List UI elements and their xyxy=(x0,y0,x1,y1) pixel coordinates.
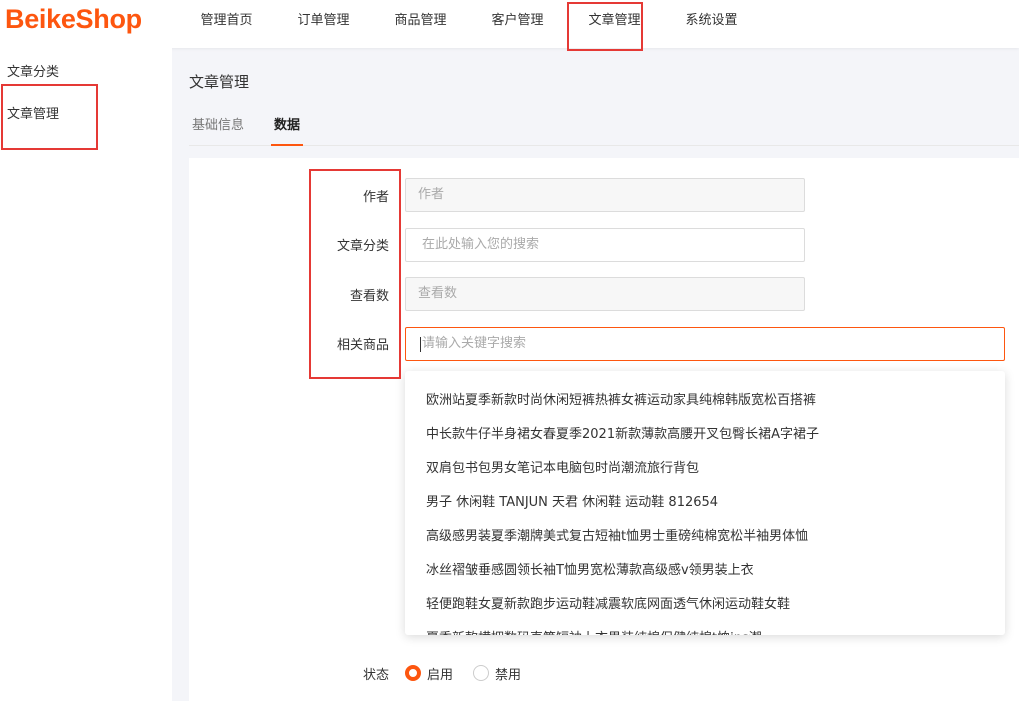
suggestion-item[interactable]: 夏季新款横拥数码直筒短袖上衣男装纯棉保健纯棉t恤ins潮 xyxy=(426,627,762,635)
tab-bar: 基础信息 数据 xyxy=(189,100,1019,146)
sidebar-item-article-management[interactable]: 文章管理 xyxy=(7,103,59,122)
page-title: 文章管理 xyxy=(189,73,250,91)
category-search-input[interactable]: 在此处输入您的搜索 xyxy=(405,228,805,262)
related-products-label: 相关商品 xyxy=(336,338,389,353)
sidebar: 文章分类 文章管理 xyxy=(0,48,172,701)
status-disabled-radio[interactable] xyxy=(473,665,489,681)
sidebar-item-article-categories[interactable]: 文章分类 xyxy=(7,61,59,80)
suggestion-item[interactable]: 冰丝褶皱垂感圆领长袖T恤男宽松薄款高级感v领男装上衣 xyxy=(426,559,754,578)
top-header: BeikeShop 管理首页 订单管理 商品管理 客户管理 文章管理 系统设置 xyxy=(0,0,1019,48)
brand-logo[interactable]: BeikeShop xyxy=(5,4,142,35)
tab-basic-info[interactable]: 基础信息 xyxy=(192,114,244,146)
related-products-search-input[interactable]: 请输入关键字搜索 xyxy=(405,327,1005,361)
nav-item-orders[interactable]: 订单管理 xyxy=(275,0,372,48)
status-label: 状态 xyxy=(362,668,389,683)
author-input[interactable]: 作者 xyxy=(405,178,805,212)
tab-data[interactable]: 数据 xyxy=(271,114,303,146)
status-enabled-label[interactable]: 启用 xyxy=(427,664,453,683)
suggestion-item[interactable]: 高级感男装夏季潮牌美式复古短袖t恤男士重磅纯棉宽松半袖男体恤 xyxy=(426,525,808,544)
nav-item-dashboard[interactable]: 管理首页 xyxy=(178,0,275,48)
nav-item-settings[interactable]: 系统设置 xyxy=(663,0,760,48)
nav-item-products[interactable]: 商品管理 xyxy=(372,0,469,48)
views-input[interactable]: 查看数 xyxy=(405,277,805,311)
nav-item-articles[interactable]: 文章管理 xyxy=(566,0,663,48)
suggestion-item[interactable]: 中长款牛仔半身裙女春夏季2021新款薄款高腰开叉包臀长裙A字裙子 xyxy=(426,423,819,442)
views-label: 查看数 xyxy=(349,289,389,304)
suggestion-item[interactable]: 男子 休闲鞋 TANJUN 天君 休闲鞋 运动鞋 812654 xyxy=(426,491,718,510)
main-nav: 管理首页 订单管理 商品管理 客户管理 文章管理 系统设置 xyxy=(178,0,760,48)
product-suggestion-dropdown: 欧洲站夏季新款时尚休闲短裤热裤女裤运动家具纯棉韩版宽松百搭裤 中长款牛仔半身裙女… xyxy=(405,371,1005,635)
status-enabled-radio[interactable] xyxy=(405,665,421,681)
author-label: 作者 xyxy=(362,190,389,205)
suggestion-item[interactable]: 欧洲站夏季新款时尚休闲短裤热裤女裤运动家具纯棉韩版宽松百搭裤 xyxy=(426,389,816,408)
category-label: 文章分类 xyxy=(336,239,389,254)
suggestion-item[interactable]: 轻便跑鞋女夏新款跑步运动鞋减震软底网面透气休闲运动鞋女鞋 xyxy=(426,593,790,612)
nav-item-customers[interactable]: 客户管理 xyxy=(469,0,566,48)
suggestion-item[interactable]: 双肩包书包男女笔记本电脑包时尚潮流旅行背包 xyxy=(426,457,699,476)
status-disabled-label[interactable]: 禁用 xyxy=(495,664,521,683)
